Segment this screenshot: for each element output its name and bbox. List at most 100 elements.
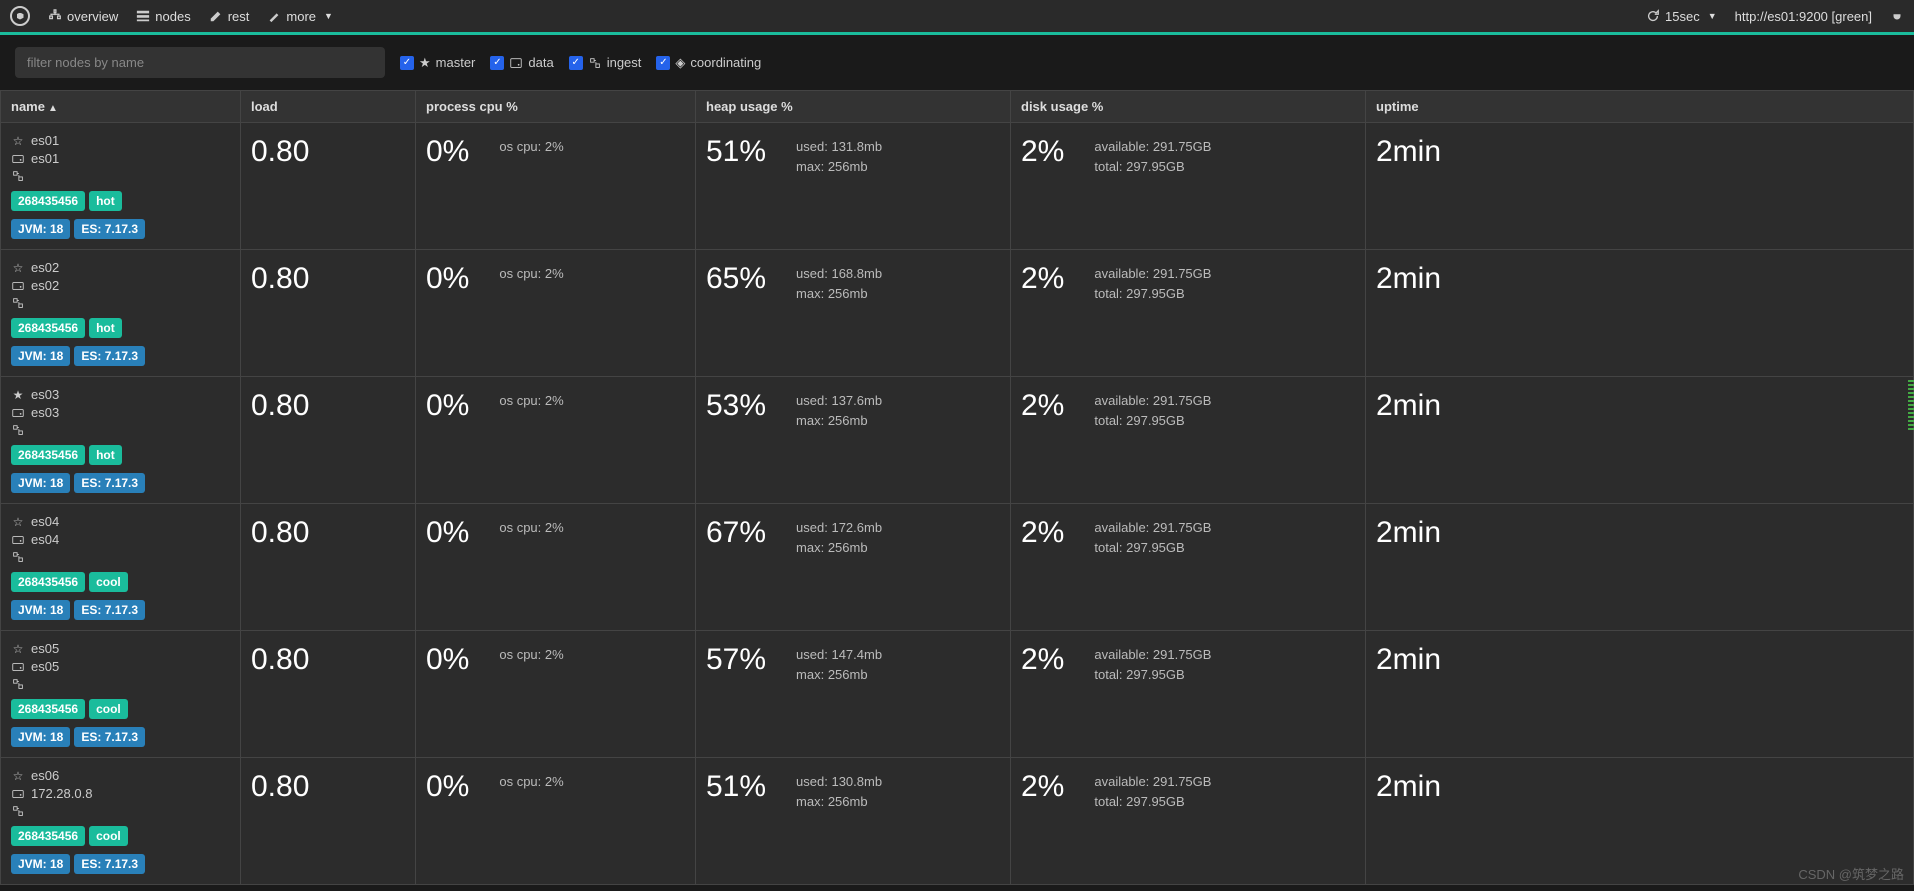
ingest-icon [11, 423, 25, 437]
uptime-value: 2min [1376, 514, 1903, 550]
cell-disk: 2% available: 291.75GB total: 297.95GB [1011, 377, 1366, 504]
os-cpu: os cpu: 2% [499, 772, 563, 792]
disk-total: total: 297.95GB [1094, 411, 1211, 431]
cpu-value: 0% [426, 768, 469, 804]
header-disk[interactable]: disk usage % [1011, 91, 1366, 123]
badge-es: ES: 7.17.3 [74, 219, 145, 239]
uptime-value: 2min [1376, 260, 1903, 296]
heap-value: 53% [706, 387, 766, 423]
star-icon: ★ [11, 388, 25, 402]
refresh-icon [1646, 9, 1660, 23]
badge-tier: hot [89, 191, 122, 211]
star-icon: ☆ [11, 769, 25, 783]
os-cpu: os cpu: 2% [499, 137, 563, 157]
cell-cpu: 0% os cpu: 2% [416, 250, 696, 377]
header-load[interactable]: load [241, 91, 416, 123]
heap-used: used: 172.6mb [796, 518, 882, 538]
nav-more[interactable]: more ▼ [267, 9, 333, 24]
cell-disk: 2% available: 291.75GB total: 297.95GB [1011, 631, 1366, 758]
disk-value: 2% [1021, 641, 1064, 677]
logo-icon[interactable] [10, 6, 30, 26]
cell-cpu: 0% os cpu: 2% [416, 631, 696, 758]
table-row: ★es03 es03 268435456 hot JVM: 18 ES: 7.1… [1, 377, 1914, 504]
heap-value: 51% [706, 768, 766, 804]
badge-tier: cool [89, 699, 128, 719]
filter-bar: ✓ ★ master ✓ data ✓ ingest ✓ ◈ coordinat… [0, 35, 1914, 90]
node-name: es01 [31, 133, 59, 148]
refresh-interval[interactable]: 15sec ▼ [1646, 9, 1717, 24]
cell-load: 0.80 [241, 123, 416, 250]
badge-tier: hot [89, 318, 122, 338]
cell-load: 0.80 [241, 758, 416, 885]
cell-cpu: 0% os cpu: 2% [416, 758, 696, 885]
checkbox-icon: ✓ [490, 56, 504, 70]
ingest-icon [11, 550, 25, 564]
chevron-down-icon: ▼ [1708, 11, 1717, 21]
disk-total: total: 297.95GB [1094, 284, 1211, 304]
nav-nodes[interactable]: nodes [136, 9, 190, 24]
cell-name[interactable]: ☆es06 172.28.0.8 268435456 cool JVM: 18 … [1, 758, 241, 885]
badge-memory: 268435456 [11, 318, 85, 338]
refresh-label: 15sec [1665, 9, 1700, 24]
checkbox-icon: ✓ [400, 56, 414, 70]
table-row: ☆es01 es01 268435456 hot JVM: 18 ES: 7.1… [1, 123, 1914, 250]
nav-rest[interactable]: rest [209, 9, 250, 24]
heap-used: used: 137.6mb [796, 391, 882, 411]
disk-icon [11, 152, 25, 166]
checkbox-icon: ✓ [656, 56, 670, 70]
filter-ingest[interactable]: ✓ ingest [569, 55, 642, 70]
filter-data-label: data [528, 55, 553, 70]
badge-es: ES: 7.17.3 [74, 600, 145, 620]
nav-overview[interactable]: overview [48, 9, 118, 24]
cell-cpu: 0% os cpu: 2% [416, 123, 696, 250]
cell-load: 0.80 [241, 377, 416, 504]
cell-name[interactable]: ★es03 es03 268435456 hot JVM: 18 ES: 7.1… [1, 377, 241, 504]
cell-load: 0.80 [241, 631, 416, 758]
header-uptime[interactable]: uptime [1366, 91, 1914, 123]
load-value: 0.80 [251, 514, 405, 550]
cell-uptime: 2min [1366, 123, 1914, 250]
checkbox-icon: ✓ [569, 56, 583, 70]
header-name[interactable]: name▲ [1, 91, 241, 123]
cell-name[interactable]: ☆es05 es05 268435456 cool JVM: 18 ES: 7.… [1, 631, 241, 758]
load-value: 0.80 [251, 260, 405, 296]
filter-master[interactable]: ✓ ★ master [400, 55, 475, 71]
nav-more-label: more [286, 9, 316, 24]
disk-available: available: 291.75GB [1094, 391, 1211, 411]
cell-heap: 57% used: 147.4mb max: 256mb [696, 631, 1011, 758]
badge-es: ES: 7.17.3 [74, 727, 145, 747]
filter-coordinating[interactable]: ✓ ◈ coordinating [656, 55, 761, 71]
cell-name[interactable]: ☆es02 es02 268435456 hot JVM: 18 ES: 7.1… [1, 250, 241, 377]
header-heap[interactable]: heap usage % [696, 91, 1011, 123]
watermark: CSDN @筑梦之路 [1798, 864, 1904, 883]
connect-button[interactable] [1890, 9, 1904, 23]
nav-overview-label: overview [67, 9, 118, 24]
disk-total: total: 297.95GB [1094, 157, 1211, 177]
badge-jvm: JVM: 18 [11, 473, 70, 493]
heap-used: used: 147.4mb [796, 645, 882, 665]
disk-available: available: 291.75GB [1094, 518, 1211, 538]
cell-heap: 51% used: 130.8mb max: 256mb [696, 758, 1011, 885]
uptime-value: 2min [1376, 641, 1903, 677]
disk-total: total: 297.95GB [1094, 538, 1211, 558]
cell-uptime: 2min [1366, 631, 1914, 758]
node-host: 172.28.0.8 [31, 786, 92, 801]
node-host: es03 [31, 405, 59, 420]
cluster-url[interactable]: http://es01:9200 [green] [1735, 9, 1872, 24]
badge-tier: cool [89, 572, 128, 592]
cell-heap: 65% used: 168.8mb max: 256mb [696, 250, 1011, 377]
cell-uptime: 2min [1366, 504, 1914, 631]
filter-input[interactable] [15, 47, 385, 78]
star-icon: ☆ [11, 134, 25, 148]
edit-icon [209, 9, 223, 23]
load-value: 0.80 [251, 641, 405, 677]
cluster-url-label: http://es01:9200 [green] [1735, 9, 1872, 24]
cell-name[interactable]: ☆es04 es04 268435456 cool JVM: 18 ES: 7.… [1, 504, 241, 631]
badge-tier: cool [89, 826, 128, 846]
star-icon: ☆ [11, 261, 25, 275]
badge-es: ES: 7.17.3 [74, 473, 145, 493]
cell-name[interactable]: ☆es01 es01 268435456 hot JVM: 18 ES: 7.1… [1, 123, 241, 250]
filter-data[interactable]: ✓ data [490, 55, 553, 70]
node-name: es02 [31, 260, 59, 275]
header-cpu[interactable]: process cpu % [416, 91, 696, 123]
